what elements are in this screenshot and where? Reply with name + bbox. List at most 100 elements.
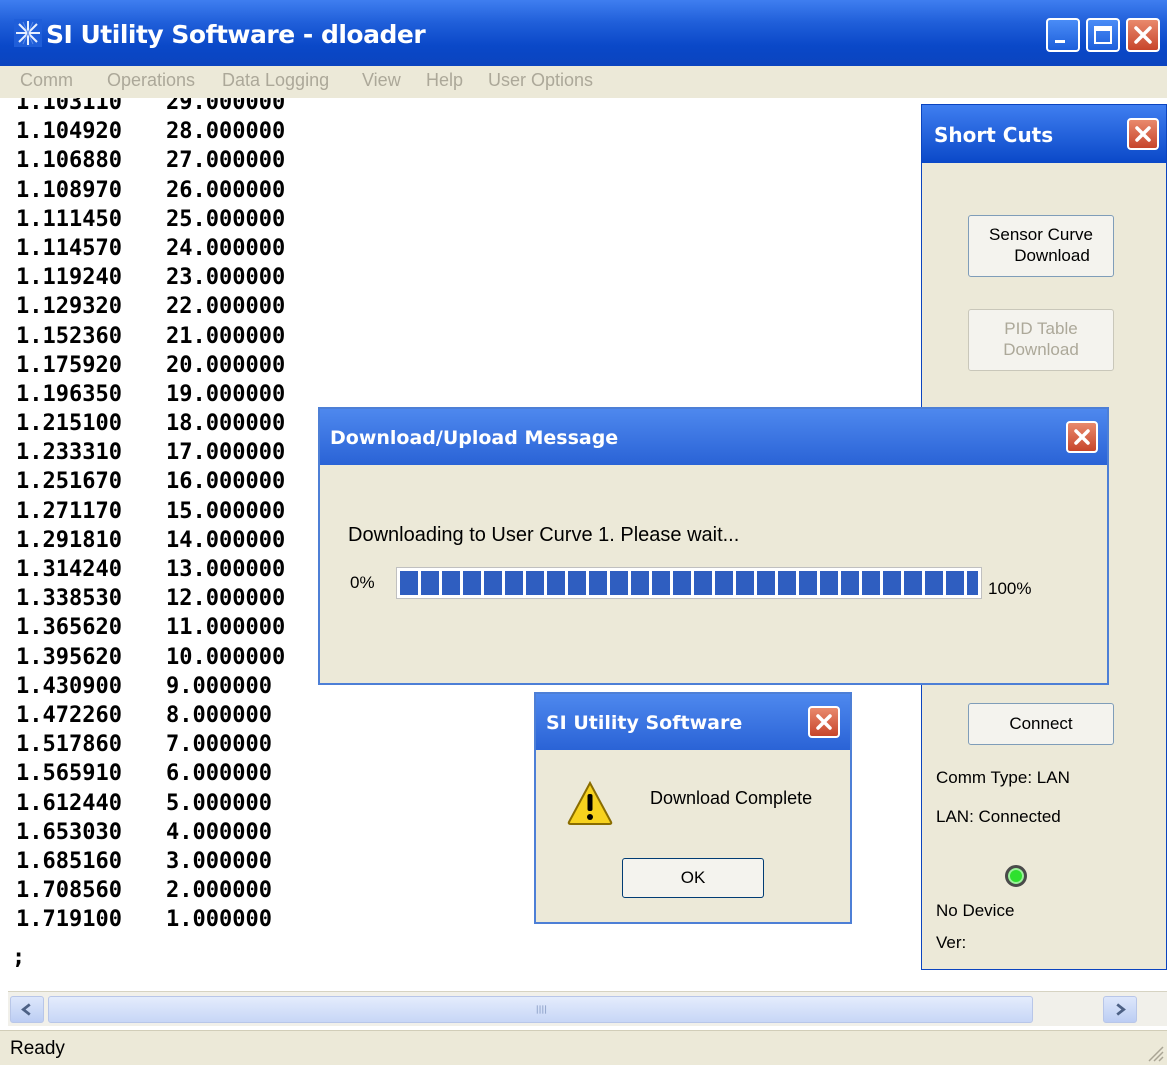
message-box: SI Utility Software Download Complete OK bbox=[534, 692, 852, 924]
data-temperature: 4.000000 bbox=[166, 819, 272, 845]
table-row: 1.517860 7.000000 bbox=[16, 730, 285, 759]
sensor-curve-download-button[interactable]: Sensor Curve Download bbox=[968, 215, 1114, 277]
lan-status-label: LAN: Connected bbox=[936, 807, 1061, 826]
data-temperature: 24.000000 bbox=[166, 235, 286, 261]
message-box-title: SI Utility Software bbox=[546, 712, 743, 734]
data-end-marker: ; bbox=[12, 945, 26, 970]
data-voltage: 1.338530 bbox=[16, 586, 122, 612]
shortcuts-title: Short Cuts bbox=[934, 123, 1054, 147]
data-voltage: 1.104920 bbox=[16, 119, 122, 145]
data-voltage: 1.251670 bbox=[16, 469, 122, 495]
data-voltage: 1.612440 bbox=[16, 790, 122, 816]
table-row: 1.114570 24.000000 bbox=[16, 234, 285, 263]
status-bar: Ready bbox=[0, 1030, 1167, 1065]
table-row: 1.472260 8.000000 bbox=[16, 701, 285, 730]
ok-button[interactable]: OK bbox=[622, 858, 764, 898]
table-row: 1.233310 17.000000 bbox=[16, 438, 285, 467]
scroll-right-button[interactable] bbox=[1103, 996, 1137, 1023]
comm-type-label: Comm Type: LAN bbox=[936, 768, 1070, 787]
data-voltage: 1.106880 bbox=[16, 148, 122, 174]
table-row: 1.271170 15.000000 bbox=[16, 497, 285, 526]
menu-operations[interactable]: Operations bbox=[107, 70, 195, 91]
download-dialog-close-button[interactable] bbox=[1066, 421, 1098, 453]
data-temperature: 25.000000 bbox=[166, 206, 286, 232]
connect-button[interactable]: Connect bbox=[968, 703, 1114, 745]
close-icon bbox=[1135, 126, 1151, 142]
data-temperature: 10.000000 bbox=[166, 644, 286, 670]
maximize-icon bbox=[1094, 26, 1112, 44]
data-voltage: 1.111450 bbox=[16, 206, 122, 232]
scroll-thumb[interactable] bbox=[48, 996, 1033, 1023]
data-temperature: 29.000000 bbox=[166, 98, 286, 115]
menu-data-logging[interactable]: Data Logging bbox=[222, 70, 329, 91]
table-row: 1.653030 4.000000 bbox=[16, 818, 285, 847]
maximize-button[interactable] bbox=[1086, 18, 1120, 52]
data-voltage: 1.215100 bbox=[16, 411, 122, 437]
connection-led-icon bbox=[1005, 865, 1027, 887]
message-text: Download Complete bbox=[650, 788, 813, 808]
resize-grip-icon[interactable] bbox=[1143, 1041, 1165, 1063]
data-voltage: 1.108970 bbox=[16, 177, 122, 203]
data-temperature: 9.000000 bbox=[166, 673, 272, 699]
data-temperature: 5.000000 bbox=[166, 790, 272, 816]
warning-icon bbox=[567, 780, 613, 825]
pid-table-download-button[interactable]: PID Table Download bbox=[968, 309, 1114, 371]
minimize-button[interactable] bbox=[1046, 18, 1080, 52]
data-voltage: 1.114570 bbox=[16, 235, 122, 261]
progress-min-label: 0% bbox=[350, 573, 375, 592]
close-icon bbox=[1074, 429, 1090, 445]
data-voltage: 1.395620 bbox=[16, 644, 122, 670]
table-row: 1.314240 13.000000 bbox=[16, 555, 285, 584]
shortcuts-close-button[interactable] bbox=[1127, 118, 1159, 150]
close-icon bbox=[816, 714, 832, 730]
data-temperature: 8.000000 bbox=[166, 702, 272, 728]
download-progress-bar bbox=[396, 567, 982, 599]
table-row: 1.103110 29.000000 bbox=[16, 98, 285, 117]
menu-bar: Comm Operations Data Logging View Help U… bbox=[0, 66, 1167, 98]
progress-fill bbox=[400, 571, 978, 595]
chevron-right-icon bbox=[1116, 1003, 1126, 1016]
menu-help[interactable]: Help bbox=[426, 70, 463, 91]
table-row: 1.612440 5.000000 bbox=[16, 789, 285, 818]
button-label-line: PID Table bbox=[1004, 319, 1078, 338]
data-temperature: 19.000000 bbox=[166, 381, 286, 407]
horizontal-scrollbar[interactable] bbox=[8, 991, 1167, 1026]
data-temperature: 28.000000 bbox=[166, 119, 286, 145]
data-voltage: 1.175920 bbox=[16, 352, 122, 378]
menu-view[interactable]: View bbox=[362, 70, 401, 91]
progress-max-label: 100% bbox=[988, 579, 1032, 598]
table-row: 1.430900 9.000000 bbox=[16, 672, 285, 701]
download-message: Downloading to User Curve 1. Please wait… bbox=[348, 524, 740, 546]
data-voltage: 1.103110 bbox=[16, 98, 122, 115]
close-icon bbox=[1134, 26, 1152, 44]
table-row: 1.338530 12.000000 bbox=[16, 584, 285, 613]
grip-icon bbox=[536, 1005, 547, 1014]
data-voltage: 1.314240 bbox=[16, 557, 122, 582]
table-row: 1.215100 18.000000 bbox=[16, 409, 285, 438]
scroll-left-button[interactable] bbox=[10, 996, 44, 1023]
data-voltage: 1.719100 bbox=[16, 907, 122, 933]
message-box-close-button[interactable] bbox=[808, 706, 840, 738]
menu-user-options[interactable]: User Options bbox=[488, 70, 593, 91]
data-temperature: 15.000000 bbox=[166, 498, 286, 524]
version-label: Ver: bbox=[936, 933, 967, 952]
table-row: 1.196350 19.000000 bbox=[16, 380, 285, 409]
data-voltage: 1.233310 bbox=[16, 440, 122, 466]
data-temperature: 6.000000 bbox=[166, 761, 272, 787]
close-button[interactable] bbox=[1126, 18, 1160, 52]
data-temperature: 18.000000 bbox=[166, 411, 286, 437]
data-voltage: 1.472260 bbox=[16, 702, 122, 728]
table-row: 1.291810 14.000000 bbox=[16, 526, 285, 555]
menu-comm[interactable]: Comm bbox=[20, 70, 73, 91]
table-row: 1.152360 21.000000 bbox=[16, 322, 285, 351]
table-row: 1.129320 22.000000 bbox=[16, 292, 285, 321]
table-row: 1.111450 25.000000 bbox=[16, 205, 285, 234]
data-temperature: 7.000000 bbox=[166, 732, 272, 758]
data-temperature: 12.000000 bbox=[166, 586, 286, 612]
button-label-line: Download bbox=[1003, 340, 1079, 359]
data-voltage: 1.365620 bbox=[16, 615, 122, 641]
data-temperature: 2.000000 bbox=[166, 878, 272, 904]
table-row: 1.719100 1.000000 bbox=[16, 905, 285, 934]
data-voltage: 1.430900 bbox=[16, 673, 122, 699]
data-temperature: 11.000000 bbox=[166, 615, 286, 641]
